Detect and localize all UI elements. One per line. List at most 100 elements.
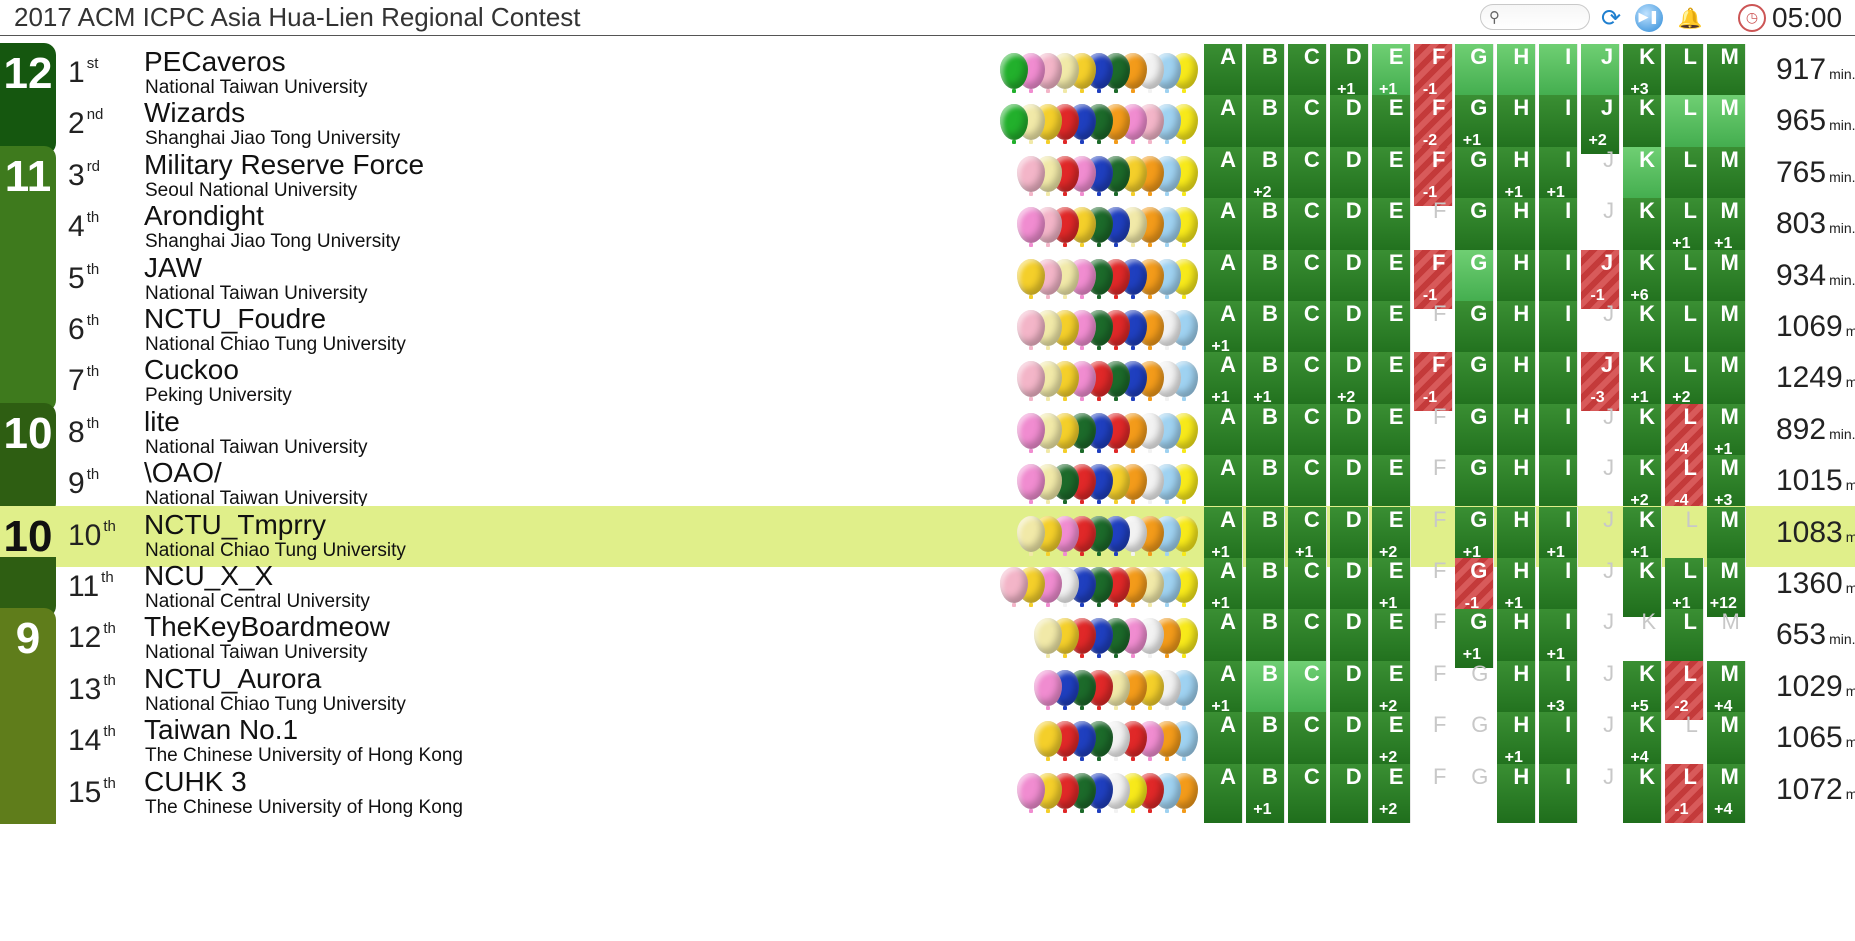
problem-cell-a[interactable]: A bbox=[1204, 763, 1243, 823]
balloon-group bbox=[1017, 310, 1198, 350]
problem-letter: G bbox=[1470, 146, 1488, 172]
problem-letter: F bbox=[1433, 763, 1447, 789]
problem-letter: J bbox=[1600, 95, 1614, 121]
search-input[interactable]: ⚲ bbox=[1480, 4, 1590, 30]
problem-cell-f[interactable]: F bbox=[1414, 764, 1453, 823]
balloon-group bbox=[1034, 618, 1198, 659]
team-name[interactable]: lite bbox=[144, 406, 180, 437]
problem-letter: J bbox=[1600, 352, 1614, 378]
rank-suffix: th bbox=[86, 209, 100, 227]
problem-letter: F bbox=[1433, 609, 1447, 635]
solved-count: 10 bbox=[3, 408, 53, 458]
rank: 13th bbox=[68, 672, 116, 707]
problem-letter: F bbox=[1433, 660, 1447, 686]
scoreboard-row[interactable]: 15th CUHK 3 The Chinese University of Hong… bbox=[0, 762, 1855, 824]
balloon-group bbox=[1000, 53, 1198, 93]
team-name[interactable]: NCU_X_X bbox=[144, 561, 273, 591]
rank: 3rd bbox=[68, 158, 100, 193]
problem-letter: A bbox=[1220, 455, 1236, 481]
solved-count: 11 bbox=[4, 151, 52, 201]
problem-letter: D bbox=[1345, 44, 1362, 69]
problem-letter: I bbox=[1565, 301, 1572, 326]
penalty-unit: min. bbox=[1829, 425, 1855, 442]
problem-letter: I bbox=[1565, 763, 1572, 789]
team-name[interactable]: PECaveros bbox=[144, 47, 286, 77]
balloon-group bbox=[1017, 155, 1198, 196]
rank: 12th bbox=[68, 620, 116, 655]
problem-cell-i[interactable]: I bbox=[1539, 763, 1579, 823]
problem-letter: I bbox=[1565, 712, 1572, 738]
problem-cell-c[interactable]: C bbox=[1287, 763, 1327, 823]
rank-suffix: nd bbox=[86, 106, 104, 124]
problem-letter: B bbox=[1262, 44, 1278, 69]
problem-letter: M bbox=[1720, 712, 1739, 738]
rank: 5th bbox=[68, 261, 99, 296]
problem-letter: A bbox=[1220, 403, 1236, 429]
refresh-icon[interactable]: ⟳ bbox=[1597, 4, 1625, 32]
problem-letter: A bbox=[1220, 712, 1236, 738]
problem-letter: D bbox=[1345, 198, 1362, 224]
problem-letter: G bbox=[1471, 660, 1489, 686]
problem-letter: I bbox=[1565, 660, 1572, 686]
problem-letter: C bbox=[1303, 301, 1320, 326]
problem-letter: G bbox=[1470, 352, 1488, 378]
problem-letter: G bbox=[1470, 455, 1488, 481]
balloon-group bbox=[1034, 721, 1198, 762]
problem-letter: H bbox=[1513, 352, 1530, 378]
rank-number: 1 bbox=[68, 56, 85, 89]
problem-letter: D bbox=[1345, 455, 1362, 481]
problem-letter: H bbox=[1513, 763, 1530, 789]
team-name[interactable]: Wizards bbox=[144, 98, 245, 128]
team-name[interactable]: NCTU_Aurora bbox=[144, 663, 321, 694]
solved-count-tab bbox=[0, 762, 56, 824]
problem-cell-m[interactable]: M +4 bbox=[1706, 763, 1746, 823]
problem-letter: H bbox=[1513, 712, 1530, 738]
step-forward-icon[interactable]: ▶❚ bbox=[1635, 4, 1663, 32]
problem-letter: A bbox=[1220, 249, 1236, 275]
problem-letter: I bbox=[1565, 609, 1572, 635]
problem-letter: A bbox=[1220, 609, 1236, 635]
problem-letter: H bbox=[1513, 301, 1530, 326]
problem-cell-j[interactable]: J bbox=[1581, 764, 1620, 823]
team-name[interactable]: Military Reserve Force bbox=[144, 149, 424, 180]
team-name[interactable]: TheKeyBoardmeow bbox=[144, 612, 390, 642]
contest-timer: 05:00 bbox=[1772, 2, 1843, 33]
problem-cell-l[interactable]: L -1 bbox=[1664, 763, 1704, 823]
problem-letter: J bbox=[1603, 712, 1615, 738]
problem-cell-e[interactable]: E +2 bbox=[1371, 763, 1411, 823]
penalty-unit: min. bbox=[1845, 580, 1855, 596]
penalty-value: 765 bbox=[1776, 155, 1827, 189]
balloon-group bbox=[1017, 412, 1198, 453]
rank-number: 10 bbox=[68, 518, 102, 552]
problem-letter: F bbox=[1433, 558, 1447, 583]
problem-letter: I bbox=[1565, 249, 1572, 275]
problem-cell-g[interactable]: G bbox=[1455, 764, 1494, 823]
rank-suffix: th bbox=[86, 363, 100, 381]
team-name[interactable]: Cuckoo bbox=[144, 355, 239, 385]
attempt-count: +2 bbox=[1378, 800, 1398, 818]
team-name[interactable]: \OAO/ bbox=[144, 458, 222, 488]
rank-suffix: th bbox=[103, 774, 116, 792]
problem-letter: C bbox=[1303, 712, 1320, 738]
scoreboard: 12 1st PECaveros National Taiwan University… bbox=[0, 43, 1855, 941]
team-name[interactable]: NCTU_Tmprry bbox=[144, 509, 326, 540]
team-name[interactable]: Arondight bbox=[144, 201, 264, 231]
balloon-icon bbox=[1017, 258, 1045, 299]
problem-letter: B bbox=[1262, 198, 1278, 224]
problem-letter: E bbox=[1388, 146, 1404, 172]
penalty-time: 917 min. bbox=[1776, 53, 1855, 87]
problem-cell-h[interactable]: H bbox=[1497, 763, 1537, 823]
team-name[interactable]: JAW bbox=[144, 252, 202, 283]
team-name[interactable]: CUHK 3 bbox=[144, 766, 247, 797]
penalty-time: 1072min. bbox=[1776, 773, 1855, 807]
rank-suffix: th bbox=[86, 414, 100, 432]
problem-cell-d[interactable]: D bbox=[1329, 763, 1369, 823]
problem-letter: B bbox=[1262, 712, 1278, 738]
bell-icon[interactable]: 🔔 bbox=[1676, 4, 1704, 32]
problem-cell-b[interactable]: B +1 bbox=[1245, 763, 1285, 823]
team-name[interactable]: Taiwan No.1 bbox=[144, 715, 298, 745]
problem-cell-k[interactable]: K bbox=[1623, 763, 1662, 823]
balloon-group bbox=[1017, 515, 1198, 556]
problem-letter: K bbox=[1639, 403, 1655, 429]
team-name[interactable]: NCTU_Foudre bbox=[144, 304, 326, 334]
